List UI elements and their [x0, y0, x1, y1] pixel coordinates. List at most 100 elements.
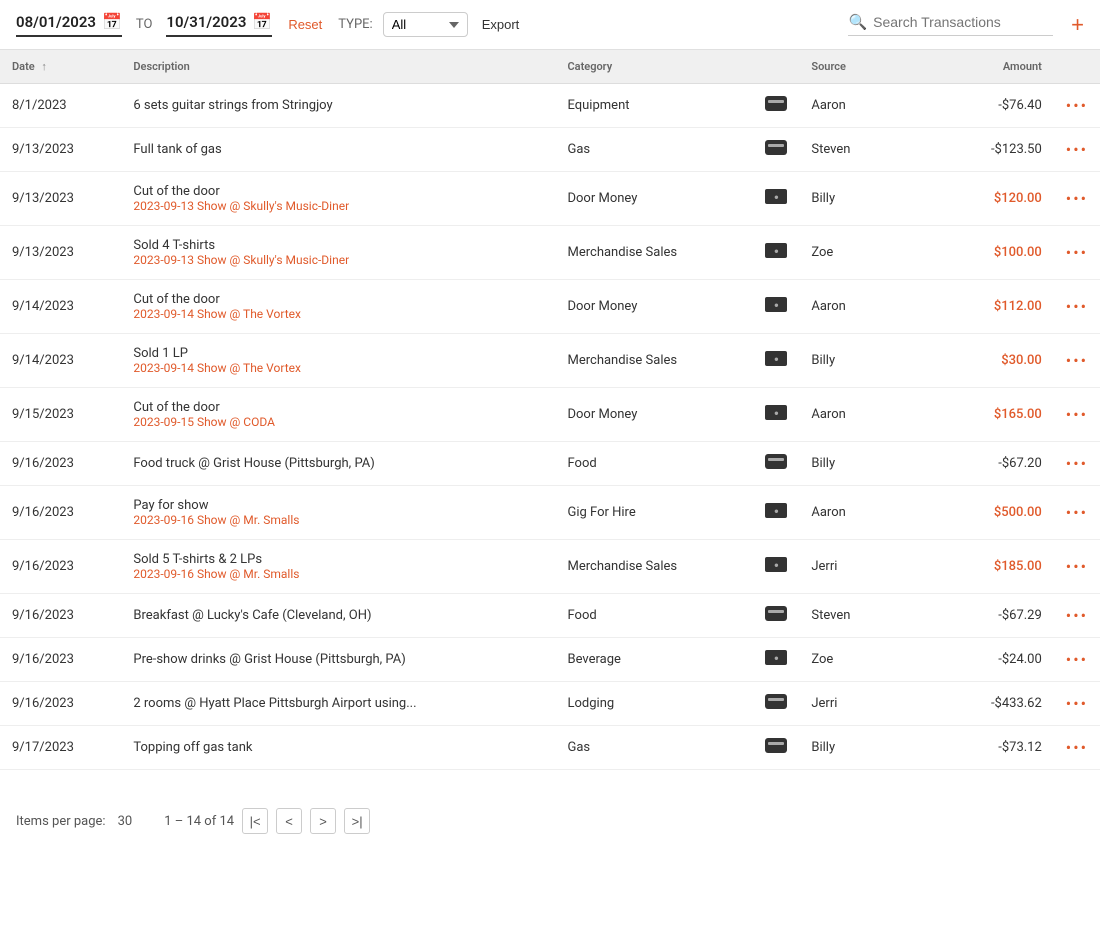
menu-dots-icon[interactable]: ••• [1066, 650, 1088, 669]
description-link[interactable]: 2023-09-13 Show @ Skully's Music-Diner [133, 253, 543, 267]
toolbar: 08/01/2023 📅 TO 10/31/2023 📅 Reset TYPE:… [0, 0, 1100, 50]
cell-menu[interactable]: ••• [1054, 172, 1100, 226]
description-text: Full tank of gas [133, 142, 221, 157]
cell-description: Pay for show2023-09-16 Show @ Mr. Smalls [121, 486, 555, 540]
table-row: 9/13/2023Sold 4 T-shirts2023-09-13 Show … [0, 226, 1100, 280]
cell-source-icon [753, 388, 799, 442]
cell-menu[interactable]: ••• [1054, 594, 1100, 638]
description-link[interactable]: 2023-09-14 Show @ The Vortex [133, 361, 543, 375]
type-label: TYPE: [338, 17, 372, 32]
last-page-button[interactable]: >| [344, 808, 370, 834]
cash-icon [765, 650, 787, 665]
menu-dots-icon[interactable]: ••• [1066, 96, 1088, 115]
menu-dots-icon[interactable]: ••• [1066, 351, 1088, 370]
cell-source-icon [753, 280, 799, 334]
transactions-table: Date ↑ Description Category Source Amoun… [0, 50, 1100, 770]
cell-category: Merchandise Sales [555, 540, 753, 594]
first-page-button[interactable]: |< [242, 808, 268, 834]
description-text: Cut of the door [133, 400, 219, 415]
menu-dots-icon[interactable]: ••• [1066, 503, 1088, 522]
cell-source: Jerri [799, 682, 912, 726]
table-header-row: Date ↑ Description Category Source Amoun… [0, 50, 1100, 84]
cell-menu[interactable]: ••• [1054, 442, 1100, 486]
cell-menu[interactable]: ••• [1054, 388, 1100, 442]
cash-icon [765, 503, 787, 518]
cash-icon [765, 189, 787, 204]
cell-menu[interactable]: ••• [1054, 486, 1100, 540]
cell-menu[interactable]: ••• [1054, 84, 1100, 128]
end-date-field[interactable]: 10/31/2023 📅 [166, 12, 272, 37]
cell-menu[interactable]: ••• [1054, 540, 1100, 594]
add-transaction-button[interactable]: + [1071, 14, 1084, 36]
cell-category: Lodging [555, 682, 753, 726]
cell-menu[interactable]: ••• [1054, 726, 1100, 770]
next-page-button[interactable]: > [310, 808, 336, 834]
cell-amount: $185.00 [912, 540, 1053, 594]
menu-dots-icon[interactable]: ••• [1066, 243, 1088, 262]
table-row: 9/16/2023Food truck @ Grist House (Pitts… [0, 442, 1100, 486]
table-row: 8/1/20236 sets guitar strings from Strin… [0, 84, 1100, 128]
description-link[interactable]: 2023-09-15 Show @ CODA [133, 415, 543, 429]
date-sort-icon[interactable]: ↑ [41, 60, 47, 73]
description-link[interactable]: 2023-09-14 Show @ The Vortex [133, 307, 543, 321]
menu-dots-icon[interactable]: ••• [1066, 738, 1088, 757]
cell-description: Sold 5 T-shirts & 2 LPs2023-09-16 Show @… [121, 540, 555, 594]
card-icon [765, 738, 787, 753]
description-link[interactable]: 2023-09-16 Show @ Mr. Smalls [133, 513, 543, 527]
cell-menu[interactable]: ••• [1054, 226, 1100, 280]
cell-source: Billy [799, 172, 912, 226]
cell-source-icon [753, 226, 799, 280]
menu-dots-icon[interactable]: ••• [1066, 189, 1088, 208]
cell-amount: -$67.20 [912, 442, 1053, 486]
cell-source-icon [753, 334, 799, 388]
items-per-page-value: 30 [118, 814, 133, 829]
cell-source-icon [753, 128, 799, 172]
cell-date: 9/16/2023 [0, 682, 121, 726]
cell-menu[interactable]: ••• [1054, 128, 1100, 172]
menu-dots-icon[interactable]: ••• [1066, 557, 1088, 576]
menu-dots-icon[interactable]: ••• [1066, 454, 1088, 473]
menu-dots-icon[interactable]: ••• [1066, 297, 1088, 316]
cell-amount: -$123.50 [912, 128, 1053, 172]
end-date-value: 10/31/2023 [166, 13, 246, 31]
cash-icon [765, 351, 787, 366]
description-text: Sold 4 T-shirts [133, 238, 215, 253]
menu-dots-icon[interactable]: ••• [1066, 694, 1088, 713]
cell-menu[interactable]: ••• [1054, 334, 1100, 388]
cell-source: Steven [799, 128, 912, 172]
cell-source-icon [753, 172, 799, 226]
cell-date: 9/16/2023 [0, 594, 121, 638]
cell-source-icon [753, 726, 799, 770]
cell-amount: -$433.62 [912, 682, 1053, 726]
prev-page-button[interactable]: < [276, 808, 302, 834]
export-button[interactable]: Export [482, 17, 520, 32]
end-calendar-icon[interactable]: 📅 [252, 12, 272, 31]
description-link[interactable]: 2023-09-13 Show @ Skully's Music-Diner [133, 199, 543, 213]
cell-date: 9/16/2023 [0, 638, 121, 682]
menu-dots-icon[interactable]: ••• [1066, 405, 1088, 424]
cash-icon [765, 557, 787, 572]
description-text: Pay for show [133, 498, 208, 513]
card-icon [765, 694, 787, 709]
search-input[interactable] [873, 14, 1053, 30]
cell-menu[interactable]: ••• [1054, 638, 1100, 682]
menu-dots-icon[interactable]: ••• [1066, 606, 1088, 625]
cell-source-icon [753, 682, 799, 726]
cell-amount: -$67.29 [912, 594, 1053, 638]
cell-category: Gig For Hire [555, 486, 753, 540]
cell-source: Billy [799, 726, 912, 770]
menu-dots-icon[interactable]: ••• [1066, 140, 1088, 159]
cell-date: 9/15/2023 [0, 388, 121, 442]
start-calendar-icon[interactable]: 📅 [102, 12, 122, 31]
cell-source: Aaron [799, 84, 912, 128]
cell-category: Food [555, 594, 753, 638]
cell-menu[interactable]: ••• [1054, 682, 1100, 726]
description-link[interactable]: 2023-09-16 Show @ Mr. Smalls [133, 567, 543, 581]
cell-source-icon [753, 84, 799, 128]
cell-source-icon [753, 594, 799, 638]
cell-menu[interactable]: ••• [1054, 280, 1100, 334]
type-select[interactable]: All Income Expense [383, 12, 468, 37]
description-text: Breakfast @ Lucky's Cafe (Cleveland, OH) [133, 608, 371, 623]
start-date-field[interactable]: 08/01/2023 📅 [16, 12, 122, 37]
reset-button[interactable]: Reset [288, 17, 322, 32]
